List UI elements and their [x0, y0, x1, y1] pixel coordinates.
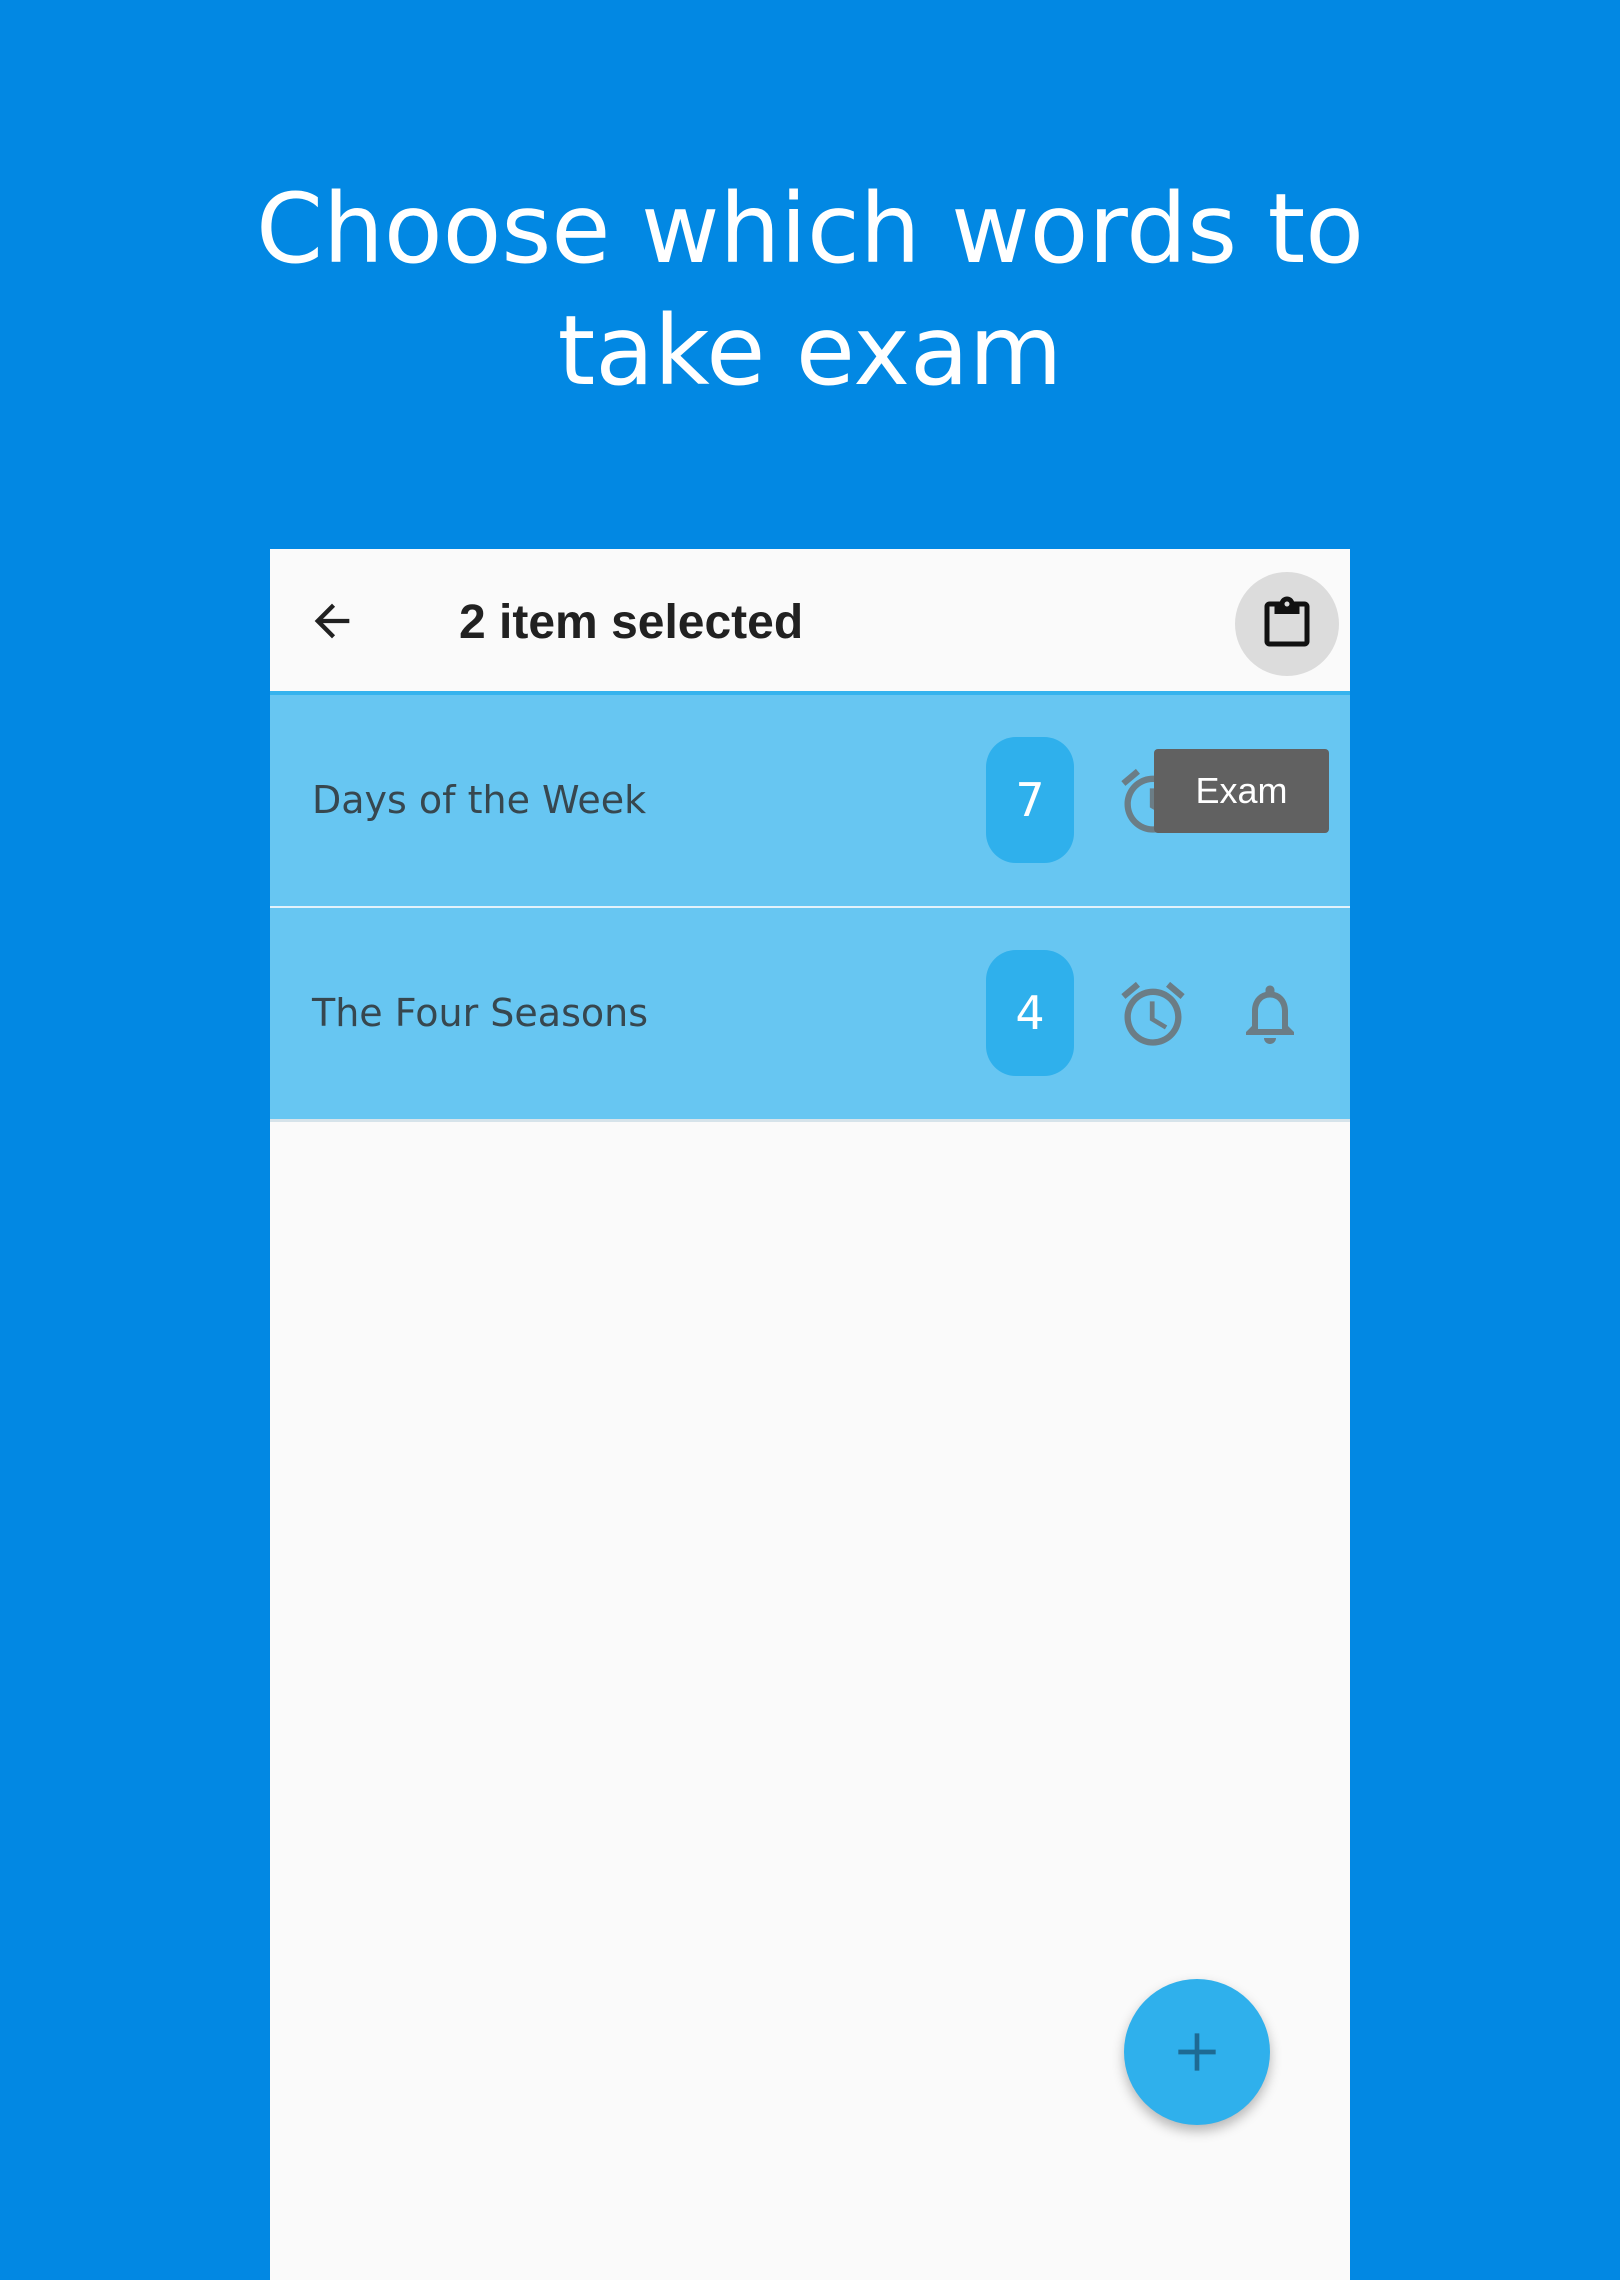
list-item-label: The Four Seasons [312, 991, 649, 1035]
list-item-label: Days of the Week [312, 778, 647, 822]
promo-headline-line-1: Choose which words to [256, 173, 1364, 285]
exam-button[interactable] [1235, 572, 1339, 676]
clipboard-icon [1264, 596, 1310, 647]
bell-icon[interactable] [1234, 978, 1306, 1050]
promo-headline-line-2: take exam [557, 295, 1063, 407]
alarm-icon[interactable] [1115, 976, 1191, 1052]
word-count-badge: 7 [986, 737, 1074, 863]
add-button[interactable] [1124, 1979, 1270, 2125]
word-count-badge: 4 [986, 950, 1074, 1076]
list-end-divider [270, 1119, 1350, 1122]
promo-headline: Choose which words to take exam [0, 168, 1620, 412]
list-item[interactable]: The Four Seasons 4 [270, 908, 1350, 1119]
exam-tooltip: Exam [1154, 749, 1329, 833]
selection-count-title: 2 item selected [459, 596, 804, 649]
selection-app-bar: 2 item selected [270, 549, 1350, 695]
arrow-back-icon [314, 603, 350, 639]
back-button[interactable] [300, 589, 364, 653]
plus-icon [1178, 2033, 1216, 2071]
phone-screen: 2 item selected Days of the Week 7 The F… [270, 549, 1350, 2280]
